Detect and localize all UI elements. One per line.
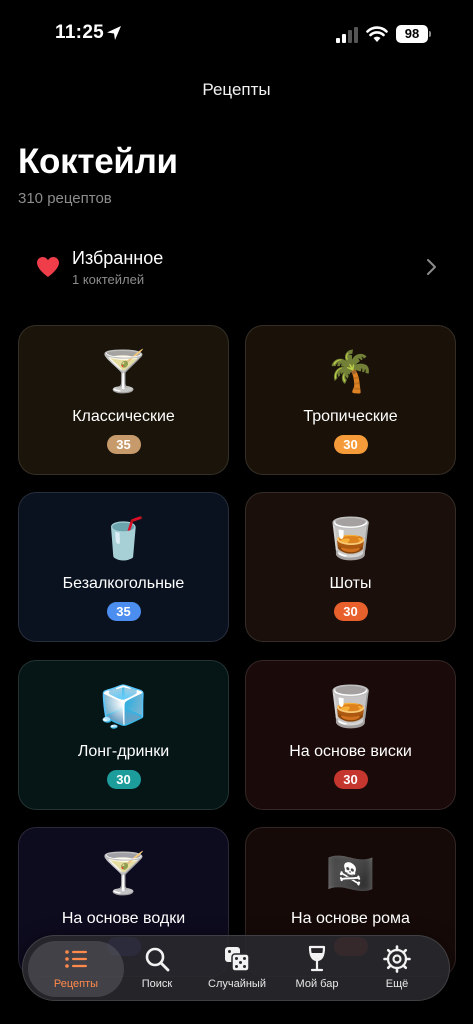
tab-recipes[interactable]: Рецепты (34, 936, 118, 1002)
dice-icon (225, 947, 250, 972)
wifi-icon (366, 26, 388, 42)
category-label: Шоты (329, 575, 372, 592)
category-card-tropical[interactable]: 🌴 Тропические 30 (245, 325, 456, 475)
martini-icon: 🍸 (98, 852, 149, 896)
tab-label: Случайный (208, 978, 266, 990)
category-card-shots[interactable]: 🥃 Шоты 30 (245, 492, 456, 642)
nav-title: Рецепты (202, 80, 271, 99)
page-title: Коктейли (18, 142, 178, 181)
martini-icon: 🍸 (98, 350, 149, 394)
location-arrow-icon (107, 26, 121, 40)
category-card-non-alcoholic[interactable]: 🥤 Безалкогольные 35 (18, 492, 229, 642)
heart-icon (37, 257, 59, 277)
soda-cup-icon: 🥤 (98, 517, 149, 561)
category-label: На основе водки (61, 910, 186, 927)
category-count-badge: 30 (333, 435, 368, 454)
category-label: Тропические (303, 408, 398, 425)
favorites-title: Избранное (72, 248, 164, 268)
category-label: На основе рома (291, 910, 410, 927)
status-time: 11:25 (55, 22, 105, 43)
battery-indicator: 98 (396, 25, 428, 43)
gear-icon (383, 945, 411, 973)
ice-cube-icon: 🧊 (98, 685, 149, 729)
status-bar: 11:25 98 (0, 0, 473, 70)
tab-label: Мой бар (295, 978, 339, 990)
tab-label: Ещё (385, 978, 409, 990)
wine-glass-icon (308, 945, 326, 972)
category-card-whisky[interactable]: 🥃 На основе виски 30 (245, 660, 456, 810)
category-label: Безалкогольные (62, 575, 185, 592)
category-card-long-drinks[interactable]: 🧊 Лонг-дринки 30 (18, 660, 229, 810)
tab-bar: Рецепты Поиск Случайный Мой бар Ещё (22, 935, 450, 1001)
category-count-badge: 35 (106, 602, 141, 621)
category-label: Классические (72, 408, 175, 425)
category-count-badge: 30 (333, 602, 368, 621)
search-icon (145, 947, 170, 972)
favorites-row[interactable]: Избранное 1 коктейлей (18, 236, 455, 298)
tab-more[interactable]: Ещё (355, 936, 439, 1002)
tab-search[interactable]: Поиск (115, 936, 199, 1002)
category-label: Лонг-дринки (77, 743, 170, 760)
pirate-flag-icon: 🏴‍☠️ (325, 852, 376, 896)
page-subtitle: 310 рецептов (18, 190, 112, 207)
category-count-badge: 30 (106, 770, 141, 789)
favorites-count: 1 коктейлей (72, 272, 145, 287)
battery-cap (429, 31, 431, 37)
chevron-right-icon (427, 259, 436, 275)
cellular-signal-icon (336, 27, 358, 43)
category-count-badge: 30 (333, 770, 368, 789)
tab-label: Поиск (141, 978, 173, 990)
tumbler-glass-icon: 🥃 (325, 685, 376, 729)
category-count-badge: 35 (106, 435, 141, 454)
tab-my-bar[interactable]: Мой бар (275, 936, 359, 1002)
category-label: На основе виски (289, 743, 412, 760)
list-icon (65, 950, 87, 968)
tab-random[interactable]: Случайный (195, 936, 279, 1002)
category-card-classic[interactable]: 🍸 Классические 35 (18, 325, 229, 475)
tumbler-glass-icon: 🥃 (325, 517, 376, 561)
tab-label: Рецепты (53, 978, 99, 990)
palm-tree-icon: 🌴 (325, 350, 376, 394)
